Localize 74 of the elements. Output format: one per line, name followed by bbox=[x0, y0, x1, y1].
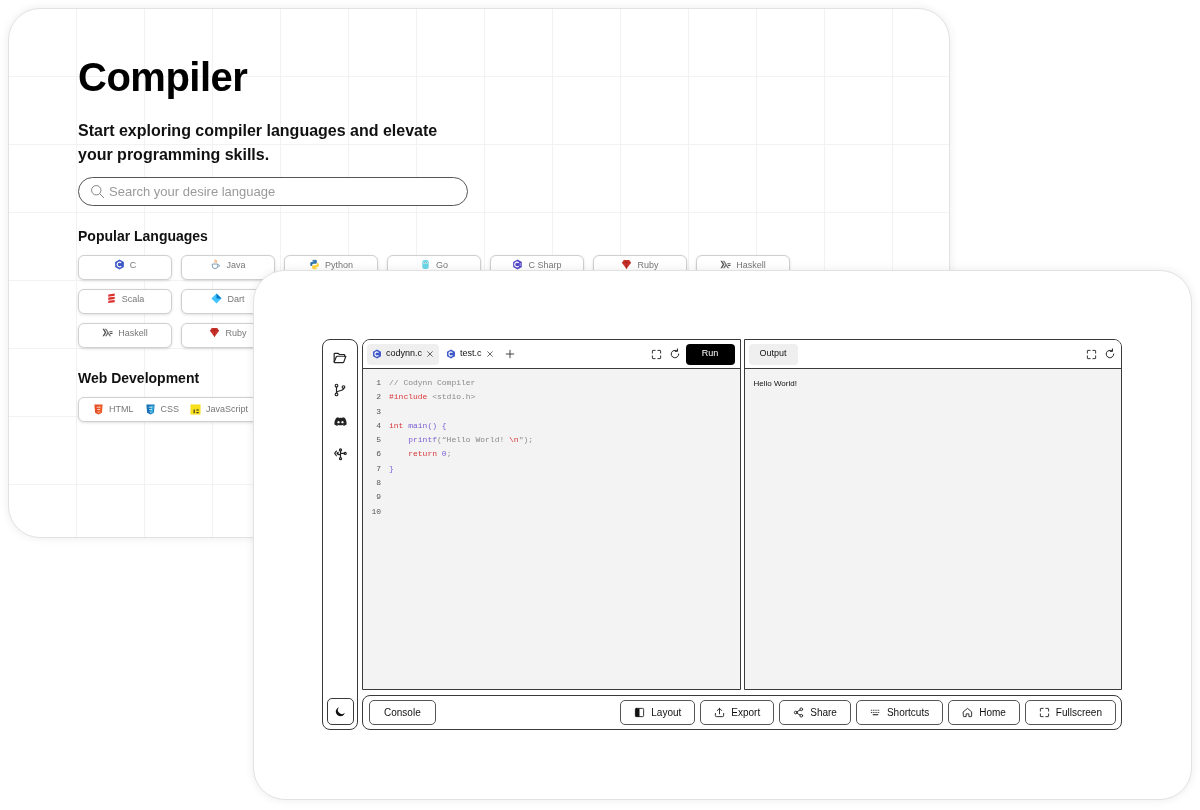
code-line: // Codynn Compiler bbox=[389, 377, 476, 389]
code-line: printf(“Hello World! \n"); bbox=[407, 434, 534, 447]
line-number: 7 bbox=[375, 462, 381, 475]
lambda-icon bbox=[720, 259, 732, 270]
toolbar-button[interactable]: Home bbox=[948, 700, 1020, 725]
branch-icon[interactable] bbox=[333, 383, 347, 397]
language-chip[interactable]: Java bbox=[181, 255, 275, 280]
folder-icon[interactable] bbox=[333, 351, 347, 365]
two-tone-logo-icon bbox=[309, 259, 320, 270]
network-icon[interactable] bbox=[332, 447, 348, 461]
language-link[interactable]: CSS bbox=[144, 402, 179, 417]
line-number: 3 bbox=[375, 405, 381, 418]
gem-icon bbox=[621, 259, 633, 270]
line-number: 9 bbox=[375, 491, 381, 504]
output-text: Hello World! bbox=[752, 378, 797, 390]
language-link[interactable]: JavaScript bbox=[190, 402, 249, 417]
hexagon-icon bbox=[372, 349, 382, 359]
section-heading: Web Development bbox=[78, 369, 200, 388]
fullscreen-icon bbox=[1038, 707, 1050, 718]
file-tab[interactable]: test.c bbox=[441, 343, 499, 365]
home-icon bbox=[962, 707, 974, 718]
toolbar-button[interactable]: Shortcuts bbox=[855, 700, 944, 725]
gem-icon bbox=[209, 327, 221, 338]
square-logo-icon bbox=[190, 404, 201, 415]
language-chip[interactable]: C bbox=[78, 255, 172, 280]
theme-toggle-button[interactable] bbox=[326, 698, 354, 725]
shield-icon bbox=[93, 404, 104, 415]
fullscreen-icon[interactable] bbox=[650, 348, 662, 360]
run-button[interactable]: Run bbox=[685, 343, 735, 365]
search-field[interactable]: Search your desire language bbox=[78, 177, 468, 206]
share-icon bbox=[793, 707, 805, 718]
lambda-icon bbox=[102, 327, 114, 338]
refresh-icon[interactable] bbox=[668, 348, 681, 360]
gamepad-icon[interactable] bbox=[332, 415, 348, 429]
close-icon[interactable] bbox=[426, 350, 435, 358]
fullscreen-icon[interactable] bbox=[1086, 348, 1097, 360]
toolbar-button[interactable]: Fullscreen bbox=[1024, 700, 1116, 725]
hexagon-icon bbox=[446, 349, 457, 359]
toolbar-button[interactable]: Layout bbox=[620, 700, 696, 725]
subtitle-text: Start exploring compiler languages and elevate your programming skills. bbox=[78, 121, 439, 165]
language-chip[interactable]: Scala bbox=[78, 289, 172, 314]
file-tab[interactable]: codynn.c bbox=[367, 343, 440, 365]
toolbar-button[interactable]: Share bbox=[779, 700, 851, 725]
line-number: 4 bbox=[375, 419, 381, 432]
line-number: 10 bbox=[370, 505, 381, 518]
code-line: int main() { bbox=[389, 419, 447, 432]
shield-icon bbox=[144, 404, 156, 415]
line-number: 1 bbox=[375, 377, 381, 389]
code-line: #include <stdio.h> bbox=[389, 391, 476, 404]
line-number: 2 bbox=[375, 391, 381, 404]
search-icon bbox=[90, 184, 105, 199]
stack-icon bbox=[105, 293, 117, 304]
console-button[interactable]: Console bbox=[369, 700, 436, 725]
line-number: 5 bbox=[375, 434, 381, 447]
sidebar-layout-icon bbox=[634, 707, 646, 718]
line-number: 6 bbox=[375, 448, 381, 461]
language-link[interactable]: HTML bbox=[93, 402, 134, 417]
moon-icon bbox=[333, 705, 347, 718]
section-heading: Popular Languages bbox=[78, 227, 208, 246]
cup-icon bbox=[210, 259, 222, 270]
refresh-icon[interactable] bbox=[1104, 348, 1116, 360]
diamond-icon bbox=[211, 293, 223, 304]
code-line: } bbox=[389, 462, 394, 475]
language-chip[interactable]: Haskell bbox=[78, 323, 172, 348]
line-number: 8 bbox=[375, 477, 381, 490]
upload-icon bbox=[714, 707, 726, 718]
code-line: return 0; bbox=[407, 448, 452, 461]
page-title: Compiler bbox=[78, 54, 248, 101]
panel-tab[interactable]: Output bbox=[748, 343, 798, 365]
hexagon-icon bbox=[113, 259, 125, 270]
close-icon[interactable] bbox=[485, 350, 494, 358]
keyboard-icon bbox=[869, 707, 881, 718]
toolbar-button[interactable]: Export bbox=[700, 700, 775, 725]
plus-icon[interactable] bbox=[504, 349, 515, 359]
